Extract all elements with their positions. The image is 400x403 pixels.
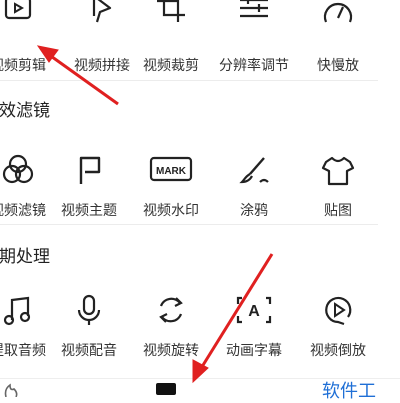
video-merge-icon xyxy=(62,0,142,42)
svg-text:A: A xyxy=(248,303,260,320)
video-edit-icon xyxy=(0,0,58,42)
tshirt-sticker-icon xyxy=(298,152,378,188)
microphone-icon xyxy=(49,292,129,328)
rotate-icon xyxy=(131,292,211,328)
tool-label: 动画字幕 xyxy=(226,342,282,358)
section-divider xyxy=(0,80,378,81)
tool-label: 贴图 xyxy=(324,202,352,218)
tool-sticker[interactable]: 贴图 xyxy=(298,148,378,218)
bottom-nav-bar: 软件工 xyxy=(0,378,400,401)
theme-flag-icon xyxy=(49,152,129,188)
tool-label: 视频裁剪 xyxy=(143,57,199,73)
brush-icon xyxy=(214,152,294,188)
section-title-effects-filters: 特效滤镜 xyxy=(0,101,50,120)
tool-animated-caption[interactable]: A 动画字幕 xyxy=(214,288,294,358)
tool-label: 视频倒放 xyxy=(310,342,366,358)
tool-label: 视频旋转 xyxy=(143,342,199,358)
resolution-sliders-icon xyxy=(214,0,294,42)
tool-label: 视频主题 xyxy=(61,202,117,218)
tool-video-reverse[interactable]: 视频倒放 xyxy=(298,288,378,358)
tool-video-dubbing[interactable]: 视频配音 xyxy=(49,288,129,358)
tool-label: 涂鸦 xyxy=(240,202,268,218)
reverse-play-icon xyxy=(298,292,378,328)
tool-doodle[interactable]: 涂鸦 xyxy=(214,148,294,218)
svg-text:MARK: MARK xyxy=(156,166,187,177)
tool-video-theme[interactable]: 视频主题 xyxy=(49,148,129,218)
tool-video-merge[interactable]: 视频拼接 xyxy=(62,0,142,73)
section-divider xyxy=(0,224,378,225)
section-title-post-processing: 后期处理 xyxy=(0,247,50,266)
tool-label: 视频配音 xyxy=(61,342,117,358)
bottom-nav-right-text[interactable]: 软件工 xyxy=(322,377,376,403)
tool-speed[interactable]: 快慢放 xyxy=(298,2,378,73)
tool-video-edit[interactable]: 视频剪辑 xyxy=(0,0,58,73)
video-camera-icon[interactable] xyxy=(156,383,176,395)
crop-icon xyxy=(131,0,211,42)
tool-label: 视频剪辑 xyxy=(0,57,46,73)
tool-label: 分辨率调节 xyxy=(219,57,289,73)
tool-label: 快慢放 xyxy=(317,57,359,73)
animated-caption-icon: A xyxy=(214,292,294,328)
watermark-mark-icon: MARK xyxy=(131,152,211,188)
tool-label: 视频水印 xyxy=(143,202,199,218)
speed-gauge-icon xyxy=(298,2,378,42)
tool-label: 视频拼接 xyxy=(74,57,130,73)
tool-video-rotate[interactable]: 视频旋转 xyxy=(131,288,211,358)
home-flame-icon[interactable] xyxy=(2,381,22,397)
tool-video-crop[interactable]: 视频裁剪 xyxy=(131,0,211,73)
tool-video-watermark[interactable]: MARK 视频水印 xyxy=(131,148,211,218)
tool-resolution[interactable]: 分辨率调节 xyxy=(214,0,294,73)
